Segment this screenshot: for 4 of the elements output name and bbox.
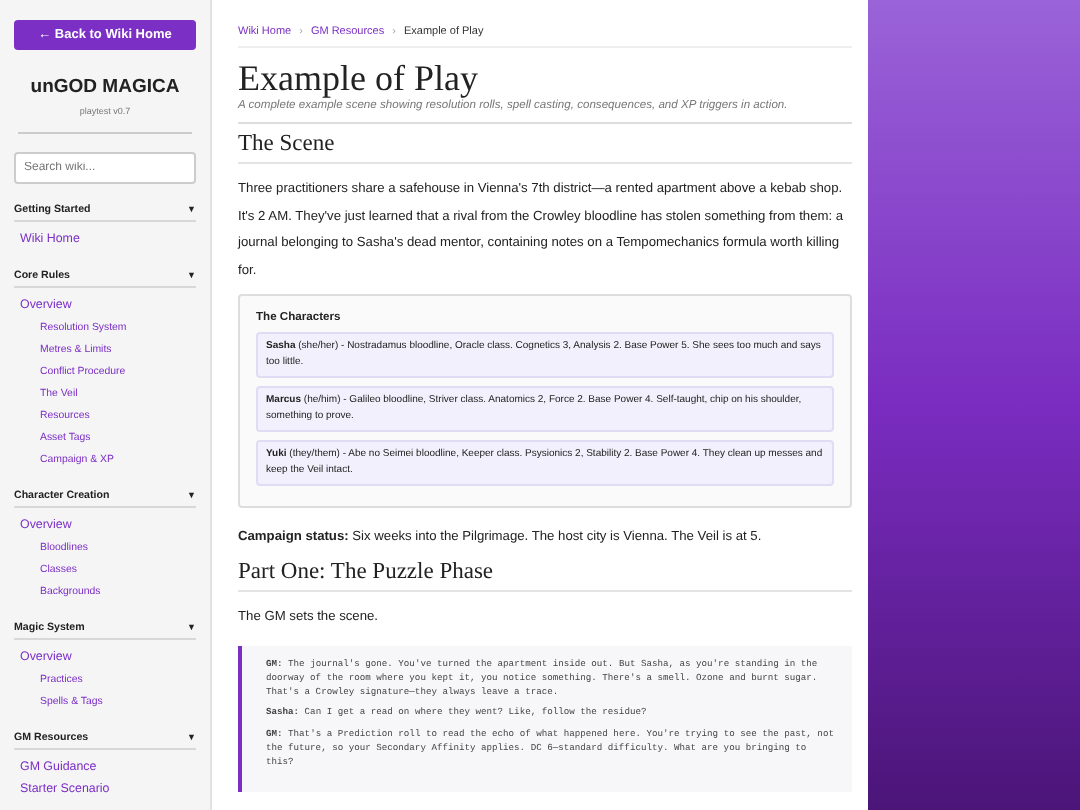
section-heading: The Scene [238,132,852,164]
page-title: Example of Play [238,58,480,99]
section-heading: Part One: The Puzzle Phase [238,559,852,591]
site-title: unGOD MAGICA [28,76,182,98]
